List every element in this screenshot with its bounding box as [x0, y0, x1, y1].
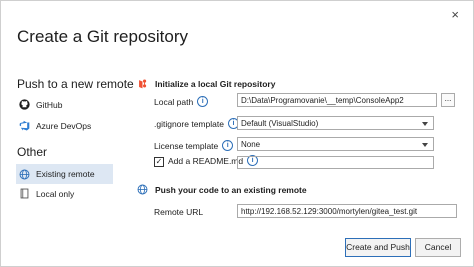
sidebar-item-existing-remote[interactable]: Existing remote	[16, 164, 113, 184]
gitignore-label: .gitignore template i	[154, 118, 239, 129]
git-repo-icon	[139, 79, 147, 89]
sidebar-item-label: Local only	[36, 188, 75, 199]
repository-icon	[20, 188, 29, 199]
create-and-push-button[interactable]: Create and Push	[345, 238, 411, 257]
globe-icon	[137, 184, 148, 195]
info-icon[interactable]: i	[222, 140, 234, 151]
sidebar-item-github[interactable]: GitHub	[19, 99, 62, 110]
cancel-button[interactable]: Cancel	[415, 238, 461, 257]
close-icon[interactable]: ×	[451, 7, 459, 22]
remote-url-input[interactable]: http://192.168.52.129:3000/mortylen/gite…	[237, 204, 457, 218]
azure-devops-icon	[19, 120, 30, 131]
remote-url-label: Remote URL	[154, 207, 204, 217]
readme-checkbox[interactable]: ✓	[154, 157, 164, 167]
sidebar-item-azure-devops[interactable]: Azure DevOps	[19, 120, 91, 131]
push-section-heading: Push your code to an existing remote	[137, 184, 307, 195]
browse-button[interactable]: ...	[441, 93, 455, 107]
license-select[interactable]: None	[237, 137, 434, 151]
local-path-input[interactable]: D:\Data\Programovanie\__temp\ConsoleApp2	[237, 93, 437, 107]
local-path-label: Local path i	[154, 96, 209, 107]
readme-row-frame	[237, 156, 434, 169]
license-label: License template i	[154, 140, 234, 151]
info-icon[interactable]: i	[197, 96, 209, 107]
sidebar-item-label: Azure DevOps	[36, 120, 92, 131]
sidebar-heading: Push to a new remote	[17, 77, 134, 91]
create-git-repository-dialog: × Create a Git repository Push to a new …	[0, 0, 474, 267]
sidebar-item-local-only[interactable]: Local only	[19, 188, 74, 199]
sidebar-other-heading: Other	[17, 145, 48, 159]
sidebar-item-label: GitHub	[36, 99, 63, 110]
dialog-title: Create a Git repository	[17, 27, 189, 46]
init-section-heading: Initialize a local Git repository	[137, 78, 275, 89]
gitignore-select[interactable]: Default (VisualStudio)	[237, 116, 434, 130]
globe-icon	[19, 169, 30, 179]
init-section-title: Initialize a local Git repository	[155, 78, 276, 89]
github-icon	[19, 99, 30, 110]
push-section-title: Push your code to an existing remote	[155, 184, 307, 195]
sidebar-item-label: Existing remote	[36, 169, 95, 179]
